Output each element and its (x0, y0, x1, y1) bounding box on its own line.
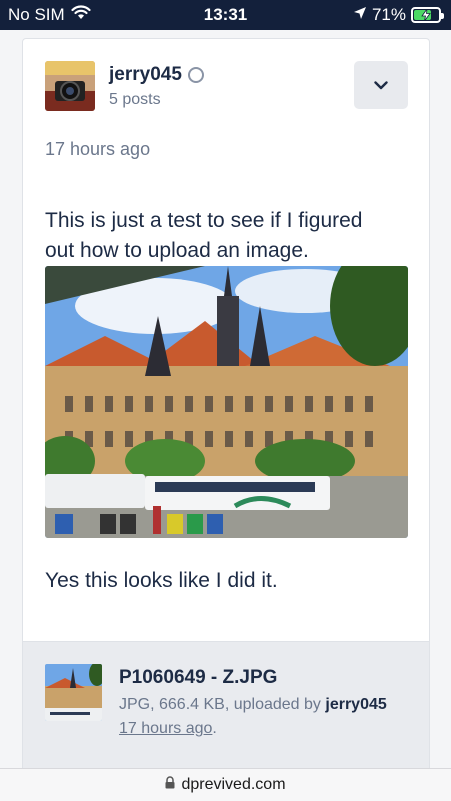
url-text: dprevived.com (181, 776, 286, 793)
attachment-panel: P1060649 - Z.JPG JPG, 666.4 KB, uploaded… (23, 641, 429, 779)
author-name[interactable]: jerry045 (109, 64, 182, 86)
attachment-uploader[interactable]: jerry045 (325, 696, 386, 713)
location-arrow-icon (353, 5, 367, 25)
attachment-meta-text: JPG, 666.4 KB, uploaded by (119, 696, 321, 713)
attachment-time-link[interactable]: 17 hours ago (119, 720, 212, 737)
attachment-filename[interactable]: P1060649 - Z.JPG (119, 667, 277, 689)
status-right: 71% (353, 5, 444, 25)
attachment-time-suffix: . (212, 720, 217, 737)
battery-percent: 71% (371, 5, 406, 24)
lock-icon (165, 776, 175, 794)
post-body-text-2: Yes this looks like I did it. (45, 569, 278, 592)
status-bar: No SIM 13:31 71% (0, 0, 451, 30)
post-body-text-1: This is just a test to see if I figured … (45, 209, 363, 262)
browser-url-bar[interactable]: dprevived.com (0, 768, 451, 801)
post-count: 5 posts (109, 91, 161, 108)
status-circle-icon (187, 67, 204, 83)
post-timestamp[interactable]: 17 hours ago (45, 139, 150, 160)
post-card: jerry045 5 posts 17 hours ago This is ju… (22, 38, 430, 780)
battery-icon (411, 7, 444, 23)
post-image[interactable] (45, 266, 408, 538)
attachment-time-row: 17 hours ago. (119, 720, 217, 738)
post-options-button[interactable] (354, 61, 408, 109)
attachment-meta: JPG, 666.4 KB, uploaded by jerry045 (119, 696, 387, 714)
charging-bolt-icon (421, 9, 431, 21)
attachment-thumbnail[interactable] (45, 664, 102, 721)
chevron-down-icon (374, 80, 388, 89)
author-name-row: jerry045 (109, 64, 204, 86)
battery-nub (441, 13, 444, 19)
avatar[interactable] (45, 61, 95, 111)
